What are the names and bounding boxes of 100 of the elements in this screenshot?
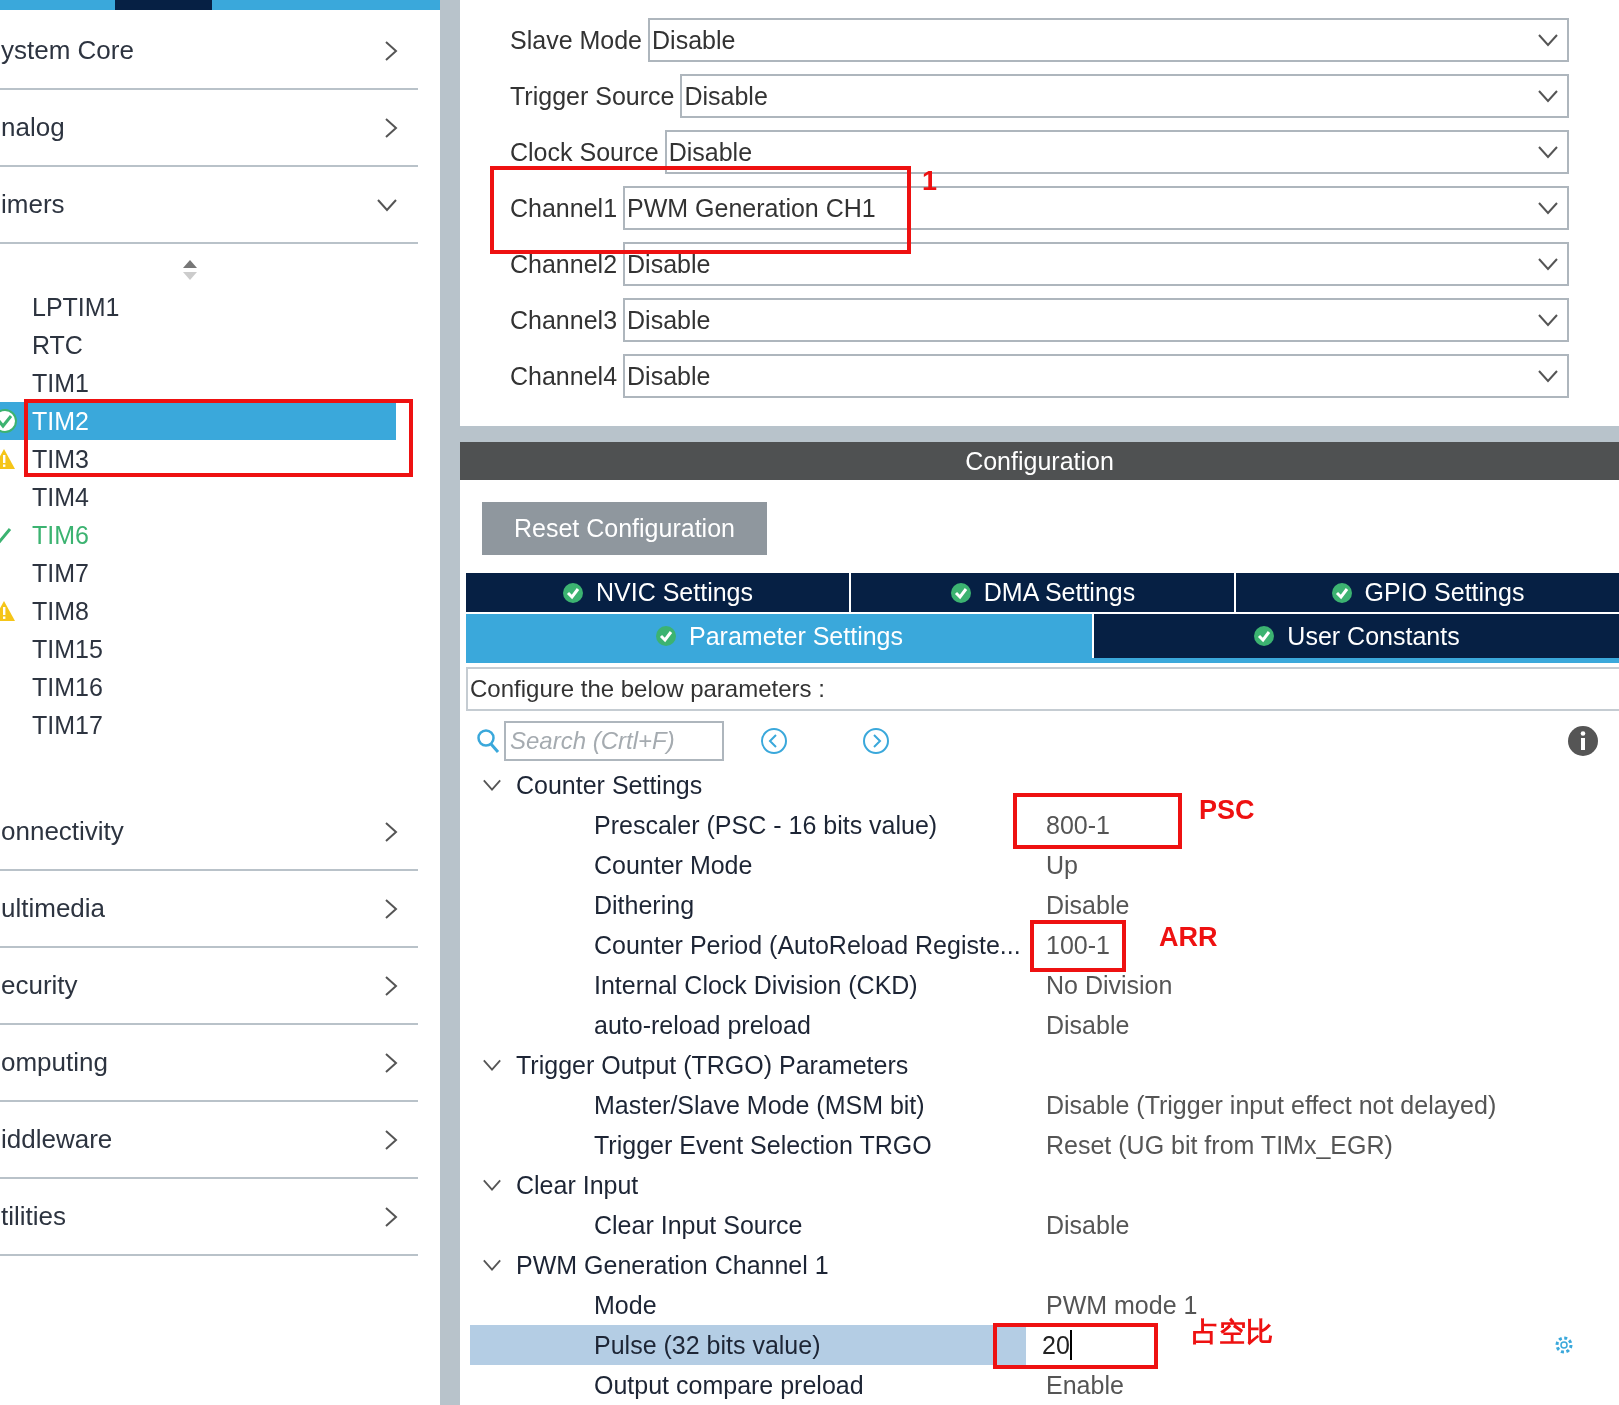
category-label: ystem Core <box>1 35 134 66</box>
parameter-value: Reset (UG bit from TIMx_EGR) <box>1046 1130 1393 1160</box>
dropdown[interactable]: Disable <box>623 242 1569 286</box>
settings-tab[interactable]: DMA Settings <box>851 573 1234 612</box>
gear-icon[interactable] <box>1553 1334 1575 1356</box>
check-circle-icon <box>655 625 677 647</box>
chevron-down-icon <box>482 1258 502 1272</box>
group-header[interactable]: Trigger Output (TRGO) Parameters <box>460 1045 1619 1085</box>
parameter-label[interactable]: Clear Input Source <box>470 1205 1026 1245</box>
dropdown[interactable]: Disable <box>623 298 1569 342</box>
parameter-value: 100-1 <box>1046 930 1110 960</box>
dropdown[interactable]: Disable <box>623 354 1569 398</box>
parameter-label[interactable]: Counter Period (AutoReload Registe... <box>470 925 1026 965</box>
category-header[interactable]: ultimedia <box>0 871 418 948</box>
timer-item[interactable]: TIM7 <box>0 554 396 592</box>
timer-item[interactable]: TIM15 <box>0 630 396 668</box>
parameter-label[interactable]: Mode <box>470 1285 1026 1325</box>
search-field[interactable]: Search (Crtl+F) <box>504 721 724 761</box>
check-circle-icon <box>1253 625 1276 647</box>
chevron-down-icon <box>482 1058 502 1072</box>
timer-item[interactable]: TIM3 <box>0 440 396 478</box>
parameter-value: No Division <box>1046 970 1173 1000</box>
panel-title: Configuration <box>460 442 1619 480</box>
parameter-label[interactable]: Internal Clock Division (CKD) <box>470 965 1026 1005</box>
group-header[interactable]: Clear Input <box>460 1165 1619 1205</box>
timer-item[interactable]: RTC <box>0 326 396 364</box>
chevron-down-icon <box>1537 145 1559 159</box>
category-label: ecurity <box>1 970 78 1001</box>
field-label: Trigger Source <box>510 81 675 111</box>
check-circle-icon <box>949 581 972 604</box>
field-label: Channel2 <box>510 249 618 279</box>
category-label: omputing <box>1 1047 108 1078</box>
annotation-label: ARR <box>1159 922 1218 953</box>
timer-item[interactable]: LPTIM1 <box>0 288 396 326</box>
parameter-label[interactable]: auto-reload preload <box>470 1005 1026 1045</box>
parameter-value: Disable <box>1046 1210 1130 1240</box>
category-header[interactable]: ecurity <box>0 948 418 1025</box>
previous-icon[interactable] <box>760 727 788 755</box>
field-label: Clock Source <box>510 137 659 167</box>
check-circle-icon <box>1330 581 1353 604</box>
category-header[interactable]: nalog <box>0 90 418 167</box>
category-label: ultimedia <box>1 893 106 924</box>
annotation-label: 占空比 <box>1192 1316 1273 1349</box>
check-circle-icon <box>562 581 584 604</box>
info-icon[interactable] <box>1567 725 1599 757</box>
settings-tab[interactable]: GPIO Settings <box>1236 573 1619 612</box>
settings-tab[interactable]: User Constants <box>1094 614 1619 658</box>
field-label: Channel1 <box>510 193 618 223</box>
parameter-label[interactable]: Output compare preload <box>470 1365 1026 1405</box>
parameter-value: 800-1 <box>1046 810 1110 840</box>
category-header[interactable]: ystem Core <box>0 13 418 90</box>
category-header[interactable]: iddleware <box>0 1102 418 1179</box>
chevron-right-icon <box>384 820 398 843</box>
category-header[interactable]: onnectivity <box>0 794 418 871</box>
chevron-down-icon <box>1537 313 1559 327</box>
field-label: Channel3 <box>510 305 618 335</box>
chevron-right-icon <box>384 116 398 139</box>
timer-item[interactable]: TIM1 <box>0 364 396 402</box>
chevron-right-icon <box>384 1128 398 1151</box>
category-label: iddleware <box>1 1124 113 1155</box>
chevron-down-icon <box>482 1178 502 1192</box>
parameter-value: Disable <box>1046 890 1130 920</box>
annotation-label: PSC <box>1199 795 1255 826</box>
chevron-down-icon <box>1537 257 1559 271</box>
timer-item[interactable]: TIM16 <box>0 668 396 706</box>
dropdown[interactable]: Disable <box>680 74 1569 118</box>
parameter-label[interactable]: Master/Slave Mode (MSM bit) <box>470 1085 1026 1125</box>
timer-item[interactable]: TIM17 <box>0 706 396 744</box>
parameter-label[interactable]: Dithering <box>470 885 1026 925</box>
chevron-right-icon <box>384 1205 398 1228</box>
chevron-down-icon <box>482 778 502 792</box>
chevron-right-icon <box>384 1051 398 1074</box>
field-label: Slave Mode <box>510 25 643 55</box>
parameter-label[interactable]: Pulse (32 bits value) <box>470 1325 1026 1365</box>
category-header[interactable]: tilities <box>0 1179 418 1256</box>
next-icon[interactable] <box>862 727 890 755</box>
timer-item[interactable]: TIM4 <box>0 478 396 516</box>
parameter-value: Disable (Trigger input effect not delayed) <box>1046 1090 1497 1120</box>
parameter-value: PWM mode 1 <box>1046 1290 1198 1319</box>
group-header[interactable]: PWM Generation Channel 1 <box>460 1245 1619 1285</box>
parameter-label[interactable]: Counter Mode <box>470 845 1026 885</box>
dropdown[interactable]: Disable <box>648 18 1569 62</box>
chevron-down-icon <box>376 197 398 212</box>
category-label: onnectivity <box>1 816 124 847</box>
chevron-down-icon <box>1537 201 1559 215</box>
sort-arrows-icon[interactable] <box>181 258 199 282</box>
instruction-text: Configure the below parameters : <box>466 667 1619 711</box>
category-label: imers <box>1 189 65 220</box>
chevron-right-icon <box>384 974 398 997</box>
timer-item[interactable]: TIM8 <box>0 592 396 630</box>
parameter-value: Disable <box>1046 1010 1130 1040</box>
search-icon <box>476 728 500 754</box>
parameter-value: Enable <box>1046 1370 1124 1400</box>
chevron-down-icon <box>1537 89 1559 103</box>
parameter-label[interactable]: Trigger Event Selection TRGO <box>470 1125 1026 1165</box>
category-header[interactable]: omputing <box>0 1025 418 1102</box>
settings-tab[interactable]: NVIC Settings <box>466 573 849 612</box>
category-header[interactable]: imers <box>0 167 418 244</box>
parameter-label[interactable]: Prescaler (PSC - 16 bits value) <box>470 805 1026 845</box>
chevron-down-icon <box>1537 33 1559 47</box>
